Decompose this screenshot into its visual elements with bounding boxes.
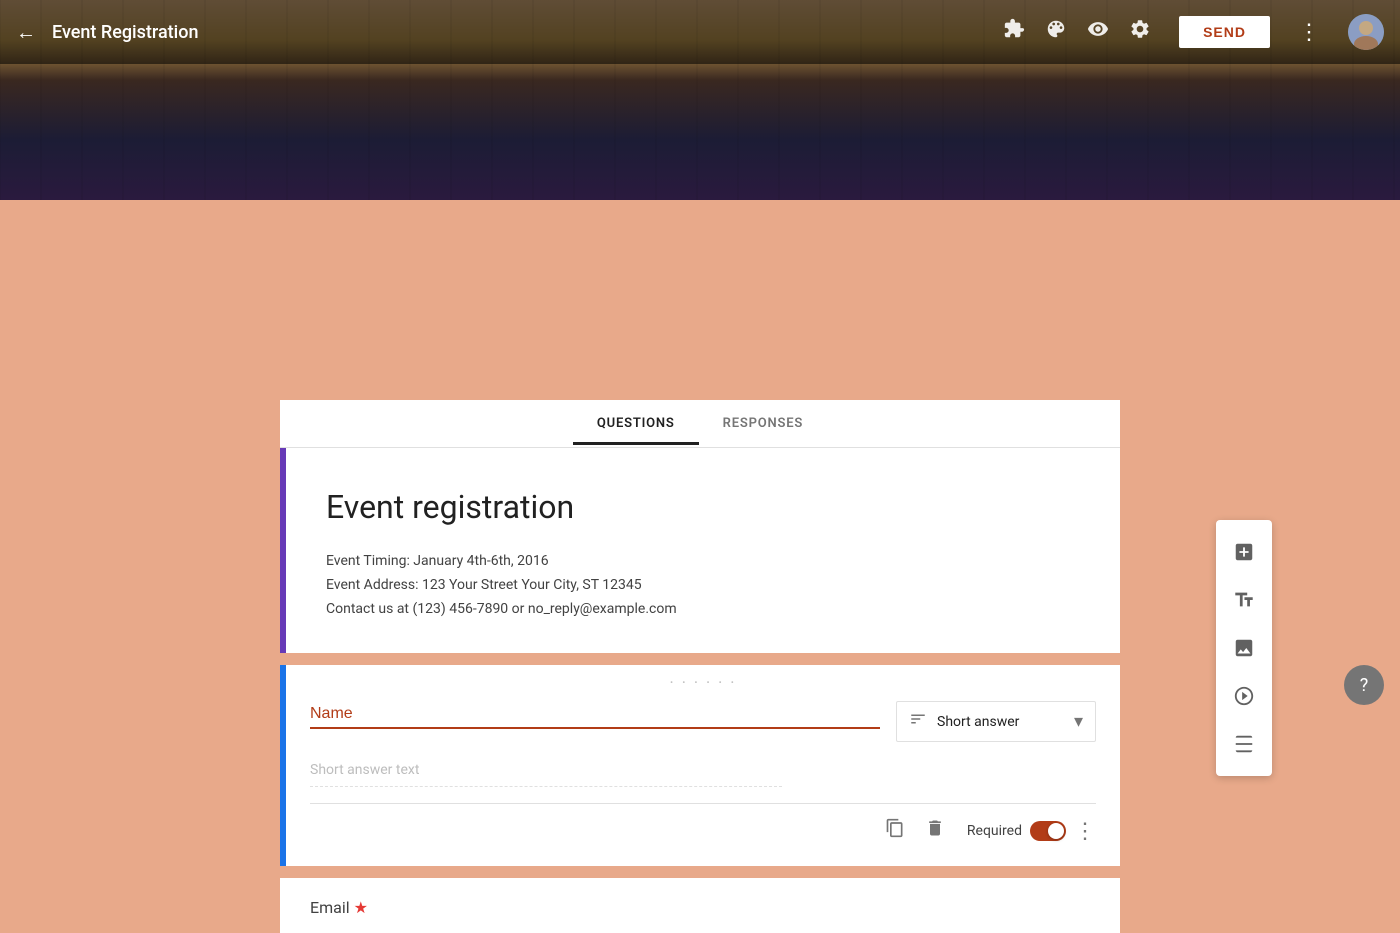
required-toggle[interactable] [1030, 821, 1066, 841]
question-card-email: Email★ [280, 878, 1120, 933]
form-desc-line1: Event Timing: January 4th-6th, 2016 [326, 550, 1080, 574]
form-desc-line3: Contact us at (123) 456-7890 or no_reply… [326, 598, 1080, 622]
back-button[interactable]: ← [16, 20, 36, 45]
header-title: Event Registration [52, 22, 1003, 43]
add-video-button[interactable] [1216, 672, 1272, 720]
dropdown-arrow-icon: ▾ [1074, 711, 1083, 732]
avatar[interactable] [1348, 14, 1384, 50]
type-selector-label: Short answer [937, 714, 1074, 730]
delete-button[interactable] [919, 812, 951, 850]
email-label: Email [310, 898, 350, 917]
preview-icon[interactable] [1087, 18, 1109, 46]
add-question-button[interactable] [1216, 528, 1272, 576]
type-selector[interactable]: Short answer ▾ [896, 701, 1096, 742]
form-container: QUESTIONS RESPONSES Event registration E… [280, 400, 1120, 933]
email-required-star: ★ [354, 898, 368, 917]
header-icons: SEND ⋮ [1003, 14, 1384, 50]
tab-questions[interactable]: QUESTIONS [573, 402, 699, 445]
settings-icon[interactable] [1129, 18, 1151, 46]
question-top: Short answer ▾ [310, 701, 1096, 742]
puzzle-icon[interactable] [1003, 18, 1025, 46]
question-footer: Required ⋮ [310, 812, 1096, 850]
answer-placeholder: Short answer text [310, 762, 782, 787]
form-desc-line2: Event Address: 123 Your Street Your City… [326, 574, 1080, 598]
more-options-icon[interactable]: ⋮ [1298, 20, 1320, 45]
question-label-input[interactable] [310, 701, 880, 729]
form-description: Event Timing: January 4th-6th, 2016 Even… [326, 550, 1080, 621]
tab-responses[interactable]: RESPONSES [699, 402, 827, 445]
help-icon: ? [1360, 675, 1369, 696]
drag-handle: · · · · · · [670, 673, 737, 692]
palette-icon[interactable] [1045, 18, 1067, 46]
form-info-card: Event registration Event Timing: January… [280, 448, 1120, 653]
more-options-button[interactable]: ⋮ [1074, 819, 1096, 844]
add-title-button[interactable] [1216, 576, 1272, 624]
form-title: Event registration [326, 488, 1080, 526]
question-card-name: · · · · · · Short answer ▾ Short answer … [280, 665, 1120, 866]
required-label: Required [967, 823, 1022, 839]
type-selector-icon [909, 710, 927, 733]
add-image-button[interactable] [1216, 624, 1272, 672]
copy-button[interactable] [879, 812, 911, 850]
main-wrapper: QUESTIONS RESPONSES Event registration E… [0, 200, 1400, 933]
question-divider [310, 803, 1096, 804]
tabs-bar: QUESTIONS RESPONSES [280, 400, 1120, 448]
app-header: ← Event Registration SEND ⋮ [0, 0, 1400, 64]
required-toggle-container: Required [959, 821, 1066, 841]
help-button[interactable]: ? [1344, 665, 1384, 705]
send-button[interactable]: SEND [1179, 16, 1270, 48]
